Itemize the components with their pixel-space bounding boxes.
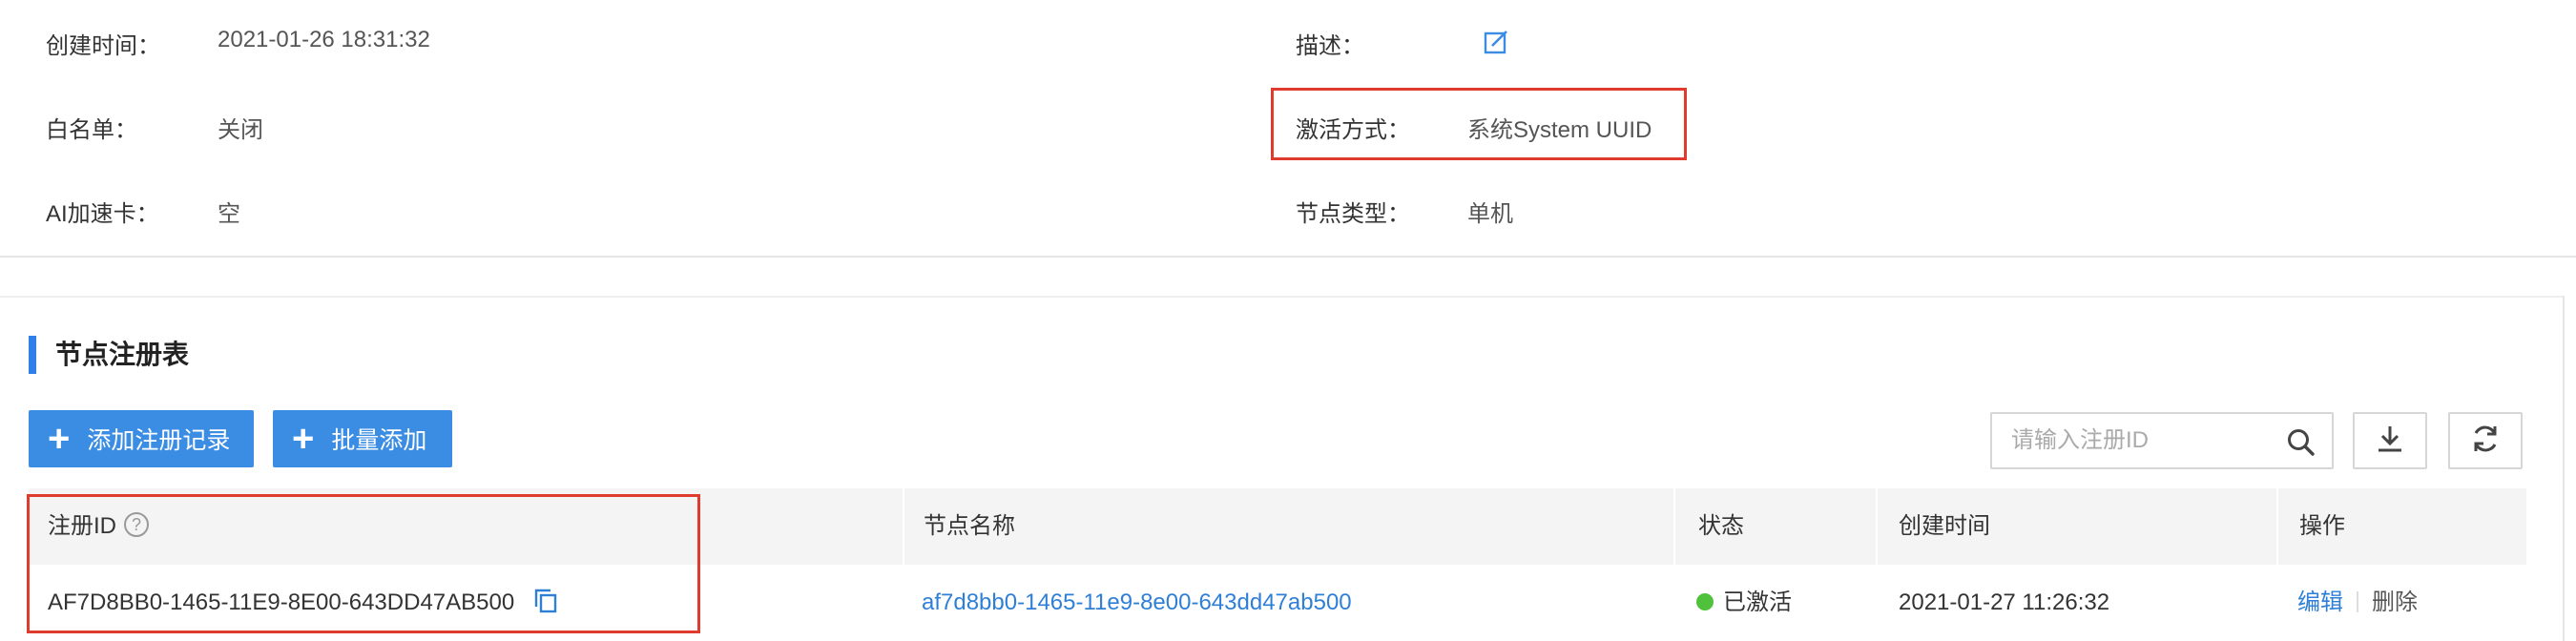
actions-cell: 编辑 删除	[2297, 565, 2418, 641]
description-label: 描述：	[1296, 33, 1364, 59]
section-divider	[0, 256, 2576, 258]
delete-link[interactable]: 删除	[2372, 589, 2418, 615]
panel-top-border	[0, 296, 2565, 298]
node-type-row: 节点类型：	[1296, 195, 1410, 228]
column-header-node-name: 节点名称	[924, 513, 1015, 539]
plus-icon: +	[292, 418, 315, 460]
add-record-button[interactable]: + 添加注册记录	[29, 410, 254, 467]
created-time-cell: 2021-01-27 11:26:32	[1899, 589, 2110, 615]
column-header-actions: 操作	[2299, 513, 2345, 539]
created-time-row: 创建时间：	[46, 27, 160, 60]
download-icon	[2375, 424, 2405, 459]
created-time-value: 2021-01-26 18:31:32	[218, 27, 430, 53]
section-title: 节点注册表	[55, 340, 190, 369]
column-separator	[903, 488, 904, 641]
reg-id-highlight-box	[27, 494, 700, 633]
created-time-text: 2021-01-26 18:31:32	[218, 27, 430, 52]
search-input[interactable]	[2011, 415, 2288, 466]
refresh-icon	[2469, 423, 2502, 460]
action-separator	[2357, 591, 2358, 612]
batch-add-label: 批量添加	[331, 427, 427, 454]
column-separator	[1673, 488, 1675, 641]
status-cell: 已激活	[1696, 565, 1792, 641]
refresh-button[interactable]	[2448, 412, 2523, 469]
node-type-value: 单机	[1467, 195, 1513, 228]
created-time-label: 创建时间：	[46, 33, 160, 59]
whitelist-value: 关闭	[218, 111, 263, 144]
column-header-created: 创建时间	[1899, 513, 1990, 539]
node-type-text: 单机	[1467, 201, 1513, 227]
ai-card-label: AI加速卡：	[46, 201, 159, 227]
node-name-link[interactable]: af7d8bb0-1465-11e9-8e00-643dd47ab500	[922, 565, 1352, 641]
node-type-label: 节点类型：	[1296, 201, 1410, 227]
column-separator	[2276, 488, 2278, 641]
ai-card-text: 空	[218, 201, 240, 227]
status-text: 已激活	[1723, 589, 1792, 615]
plus-icon: +	[48, 418, 71, 460]
ai-card-row: AI加速卡：	[46, 195, 159, 228]
edit-description-icon[interactable]	[1483, 29, 1509, 55]
panel-right-border	[2563, 296, 2565, 641]
whitelist-label: 白名单：	[46, 117, 137, 143]
batch-add-button[interactable]: + 批量添加	[273, 410, 452, 467]
status-active-dot	[1696, 593, 1714, 610]
ai-card-value: 空	[218, 195, 240, 228]
section-accent-bar	[29, 336, 36, 374]
whitelist-text: 关闭	[218, 117, 263, 143]
description-row: 描述：	[1296, 27, 1364, 60]
column-header-status: 状态	[1698, 513, 1744, 539]
activation-highlight-box	[1271, 88, 1687, 160]
download-button[interactable]	[2353, 412, 2427, 469]
search-box	[1990, 412, 2334, 469]
whitelist-row: 白名单：	[46, 111, 137, 144]
edit-link[interactable]: 编辑	[2297, 589, 2343, 615]
search-icon[interactable]	[2286, 427, 2316, 458]
column-separator	[1876, 488, 1878, 641]
add-record-label: 添加注册记录	[87, 427, 231, 454]
